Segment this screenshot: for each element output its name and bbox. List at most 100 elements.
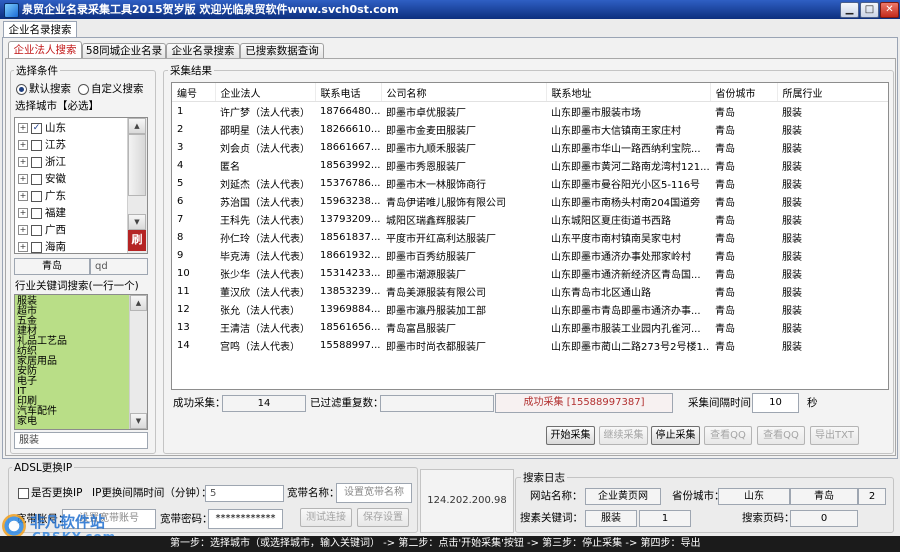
city-checkbox[interactable] xyxy=(31,241,42,253)
radio-default-label: 默认搜索 xyxy=(29,83,71,95)
city-tree-scrollbar[interactable]: ▲ ▼ 刷 xyxy=(127,118,147,253)
city-item[interactable]: + 浙江 xyxy=(15,154,127,171)
city-checkbox[interactable] xyxy=(31,173,42,185)
city-code-field[interactable]: qd xyxy=(90,258,148,275)
broadband-password-field[interactable]: ************ xyxy=(208,509,283,529)
refresh-button[interactable]: 刷 xyxy=(128,230,146,251)
city-item[interactable]: + 安徽 xyxy=(15,171,127,188)
col-header-city[interactable]: 省份城市 xyxy=(710,83,778,102)
expand-icon[interactable]: + xyxy=(18,208,28,218)
results-table[interactable]: 编号 企业法人 联系电话 公司名称 联系地址 省份城市 所属行业 1 许广梦（法人… xyxy=(171,82,889,390)
cell-industry: 服装 xyxy=(782,233,802,245)
table-row[interactable]: 7 王科先（法人代表） 13793209... 城阳区瑞鑫辉服装厂 山东城阳区夏庄街道书… xyxy=(172,210,888,228)
minimize-icon[interactable]: ▁ xyxy=(840,2,859,18)
save-settings-button[interactable]: 保存设置 xyxy=(357,508,409,527)
arrow-up-icon[interactable]: ▲ xyxy=(128,118,146,134)
city-checkbox[interactable] xyxy=(31,156,42,168)
radio-custom-search[interactable] xyxy=(78,84,89,95)
arrow-up-icon[interactable]: ▲ xyxy=(130,295,147,311)
radio-default-search[interactable] xyxy=(16,84,27,95)
table-row[interactable]: 10 张少华（法人代表） 15314233... 即墨市潮源服装厂 山东即墨市通济新经济… xyxy=(172,264,888,282)
col-header-index[interactable]: 编号 xyxy=(172,83,216,102)
results-title: 采集结果 xyxy=(168,63,214,78)
city-checkbox[interactable] xyxy=(31,207,42,219)
cell-city: 青岛 xyxy=(715,143,735,155)
tab-legal-person-search[interactable]: 企业法人搜索 xyxy=(8,41,82,59)
table-row[interactable]: 4 匿名 18563992... 即墨市秀恩服装厂 山东即墨市黄河二路南龙湾村121..… xyxy=(172,156,888,174)
tab-58-directory[interactable]: 58同城企业名录 xyxy=(82,43,166,59)
table-row[interactable]: 12 张允（法人代表） 13969884... 即墨市瀛丹服装加工部 山东即墨市青岛即墨… xyxy=(172,300,888,318)
cell-legal-person: 张少华（法人代表） xyxy=(220,269,310,281)
scroll-thumb[interactable] xyxy=(128,134,146,196)
app-icon xyxy=(4,3,19,18)
expand-icon[interactable]: + xyxy=(18,191,28,201)
cell-phone: 18661932... xyxy=(320,249,381,261)
close-icon[interactable]: ✕ xyxy=(880,2,899,18)
ip-interval-field[interactable]: 5 xyxy=(205,485,284,502)
city-item[interactable]: + 福建 xyxy=(15,205,127,222)
cell-phone: 18561656... xyxy=(320,321,381,333)
maximize-icon[interactable]: □ xyxy=(860,2,879,18)
filtered-label: 已过滤重复数： xyxy=(310,397,384,409)
table-row[interactable]: 11 董汉欣（法人代表） 13853239... 青岛美源服装有限公司 山东青岛市北区通… xyxy=(172,282,888,300)
expand-icon[interactable]: + xyxy=(18,140,28,150)
cell-city: 青岛 xyxy=(715,215,735,227)
success-count-field: 14 xyxy=(222,395,306,412)
city-checkbox[interactable] xyxy=(31,224,42,236)
city-item[interactable]: + 广西 xyxy=(15,222,127,239)
table-row[interactable]: 5 刘延杰（法人代表） 15376786... 即墨市木一林服饰商行 山东即墨市曼谷阳光… xyxy=(172,174,888,192)
table-row[interactable]: 14 宫鸣（法人代表） 15588997... 即墨市时尚衣都服装厂 山东即墨市蔺山二路… xyxy=(172,336,888,354)
col-header-industry[interactable]: 所属行业 xyxy=(777,83,888,102)
city-item[interactable]: + 广东 xyxy=(15,188,127,205)
col-header-company[interactable]: 公司名称 xyxy=(381,83,547,102)
table-row[interactable]: 3 刘会贞（法人代表） 18661667... 即墨市九顺禾服装厂 山东即墨市华山一路西… xyxy=(172,138,888,156)
start-collect-button[interactable]: 开始采集 xyxy=(546,426,595,445)
window-title: 泉贸企业名录采集工具2015贺岁版 欢迎光临泉贸软件www.svch0st.co… xyxy=(22,3,399,16)
tab-directory-search[interactable]: 企业名录搜索 xyxy=(166,43,240,59)
city-checkbox[interactable]: ✓ xyxy=(31,122,42,134)
city-name-field[interactable]: 青岛 xyxy=(14,258,90,275)
arrow-down-icon[interactable]: ▼ xyxy=(128,214,146,230)
test-connection-button[interactable]: 测试连接 xyxy=(300,508,352,527)
change-ip-checkbox[interactable] xyxy=(18,488,29,499)
table-row[interactable]: 1 许广梦（法人代表） 18766480... 即墨市卓优服装厂 山东即墨市服装市场 青岛… xyxy=(172,102,888,121)
col-header-phone[interactable]: 联系电话 xyxy=(315,83,382,102)
expand-icon[interactable]: + xyxy=(18,225,28,235)
keyword-textarea[interactable]: 服装 超市 五金 建材 礼品工艺品 纺织 家居用品 安防 电子 IT 印刷 汽车配件 家电 ▲ ▼ xyxy=(14,294,148,430)
cell-city: 青岛 xyxy=(715,197,735,209)
keyword-scrollbar[interactable]: ▲ ▼ xyxy=(129,295,147,429)
interval-field[interactable]: 10 xyxy=(752,393,799,413)
cell-industry: 服装 xyxy=(782,287,802,299)
cell-company: 即墨市瀛丹服装加工部 xyxy=(386,305,486,317)
export-txt-button[interactable]: 导出TXT xyxy=(810,426,859,445)
stop-collect-button[interactable]: 停止采集 xyxy=(651,426,700,445)
view-qq-button[interactable]: 查看QQ xyxy=(704,426,752,445)
log-keyword-field: 服装 xyxy=(585,510,637,527)
tab-enterprise-search[interactable]: 企业名录搜索 xyxy=(3,21,77,38)
city-checkbox[interactable] xyxy=(31,139,42,151)
expand-icon[interactable]: + xyxy=(18,242,28,252)
col-header-address[interactable]: 联系地址 xyxy=(546,83,711,102)
city-item[interactable]: + ✓ 山东 xyxy=(15,120,127,137)
city-checkbox[interactable] xyxy=(31,190,42,202)
cell-city: 青岛 xyxy=(715,287,735,299)
col-header-legal-person[interactable]: 企业法人 xyxy=(215,83,316,102)
arrow-down-icon[interactable]: ▼ xyxy=(130,413,147,429)
expand-icon[interactable]: + xyxy=(18,174,28,184)
expand-icon[interactable]: + xyxy=(18,123,28,133)
cell-legal-person: 张允（法人代表） xyxy=(220,305,300,317)
table-row[interactable]: 8 孙仁玲（法人代表） 18561837... 平度市开红高利达服装厂 山东平度市南村镇… xyxy=(172,228,888,246)
expand-icon[interactable]: + xyxy=(18,157,28,167)
tab-searched-data[interactable]: 已搜索数据查询 xyxy=(240,43,324,59)
table-row[interactable]: 13 王清洁（法人代表） 18561656... 青岛富昌服装厂 山东即墨市服装工业园内… xyxy=(172,318,888,336)
table-row[interactable]: 2 邵明星（法人代表） 18266610... 即墨市金麦田服装厂 山东即墨市大信镇南王… xyxy=(172,120,888,138)
continue-collect-button[interactable]: 继续采集 xyxy=(599,426,648,445)
city-label: 福建 xyxy=(45,207,66,219)
table-row[interactable]: 6 苏治国（法人代表） 15963238... 青岛伊诺唯儿服饰有限公司 山东即墨市南杨… xyxy=(172,192,888,210)
current-keyword-field[interactable]: 服装 xyxy=(14,432,148,449)
view-qq-button-2[interactable]: 查看QQ xyxy=(757,426,805,445)
broadband-name-field[interactable]: 设置宽带名称 xyxy=(336,483,412,503)
city-item[interactable]: + 江苏 xyxy=(15,137,127,154)
table-row[interactable]: 9 毕克涛（法人代表） 18661932... 即墨市百秀纺服装厂 山东即墨市通济办事处… xyxy=(172,246,888,264)
city-item[interactable]: + 海南 xyxy=(15,239,127,253)
